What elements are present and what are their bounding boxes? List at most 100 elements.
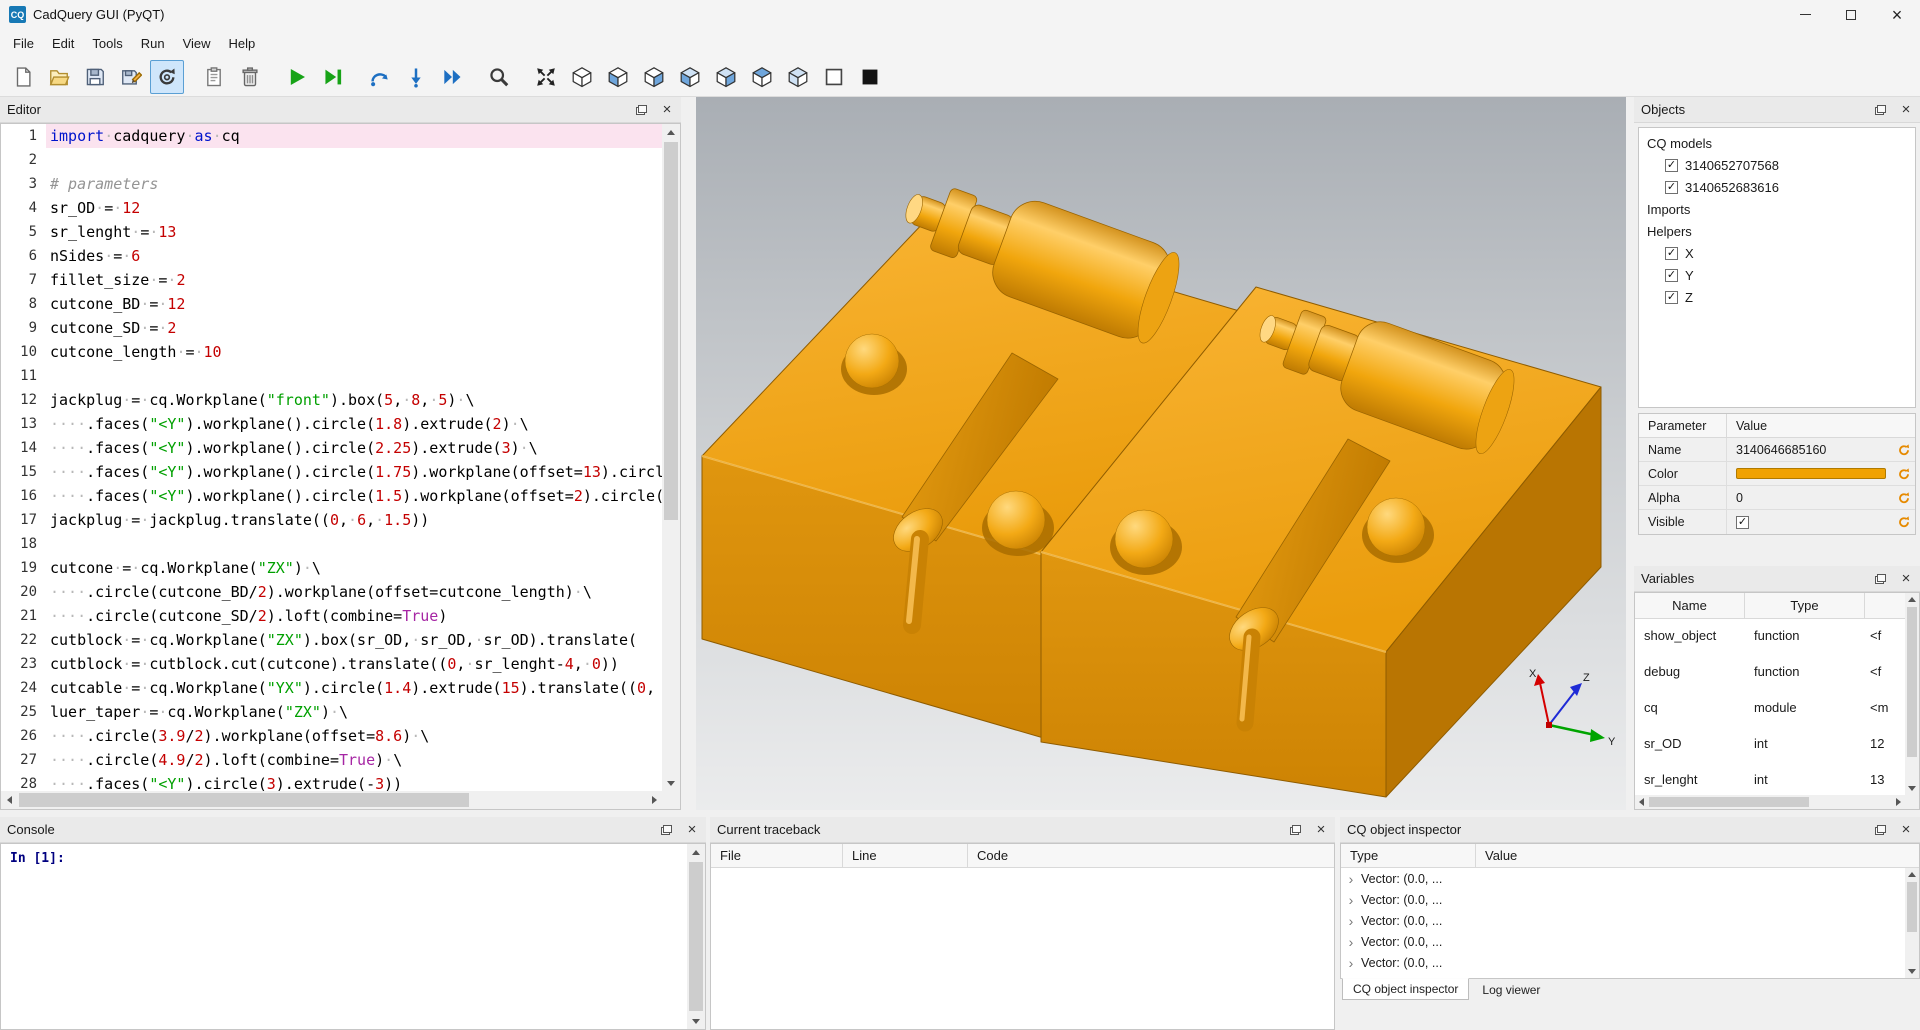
editor-close-button[interactable]: ×: [660, 103, 674, 117]
code-line[interactable]: ····.faces("<Y").workplane().circle(2.25…: [46, 436, 662, 460]
console-vscrollbar[interactable]: [687, 844, 705, 1029]
tree-item-y[interactable]: ✓Y: [1639, 264, 1915, 286]
editor-code[interactable]: import·cadquery·as·cq# parameterssr_OD·=…: [46, 124, 662, 791]
inspector-row[interactable]: ›Vector: (0.0, ...: [1341, 931, 1905, 952]
scroll-down-icon[interactable]: [1905, 965, 1919, 978]
bottom-view-button[interactable]: [781, 60, 815, 94]
code-line[interactable]: ····.circle(4.9/2).loft(combine=True)·\: [46, 748, 662, 772]
front-view-button[interactable]: [601, 60, 635, 94]
menu-item-run[interactable]: Run: [132, 32, 174, 55]
clear-console-button[interactable]: [197, 60, 231, 94]
code-line[interactable]: cutblock·=·cutblock.cut(cutcone).transla…: [46, 652, 662, 676]
color-swatch[interactable]: [1736, 468, 1886, 479]
editor-vscrollbar[interactable]: [662, 124, 680, 791]
step-into-button[interactable]: [399, 60, 433, 94]
code-line[interactable]: [46, 532, 662, 556]
variable-row-sr_OD[interactable]: sr_ODint12: [1635, 727, 1905, 763]
close-button[interactable]: ×: [1874, 0, 1920, 29]
objects-float-button[interactable]: [1873, 103, 1887, 117]
step-button[interactable]: [363, 60, 397, 94]
inspector-row[interactable]: ›Vector: (0.0, ...: [1341, 910, 1905, 931]
inspector-float-button[interactable]: [1873, 823, 1887, 837]
variable-row-cq[interactable]: cqmodule<m: [1635, 691, 1905, 727]
wireframe-button[interactable]: [817, 60, 851, 94]
tree-group-imports[interactable]: Imports: [1639, 198, 1915, 220]
new-script-button[interactable]: [6, 60, 40, 94]
code-line[interactable]: sr_lenght·=·13: [46, 220, 662, 244]
maximize-button[interactable]: [1828, 0, 1874, 29]
save-as-script-button[interactable]: [114, 60, 148, 94]
objects-close-button[interactable]: ×: [1899, 103, 1913, 117]
tree-item-3140652707568[interactable]: ✓3140652707568: [1639, 154, 1915, 176]
console-content[interactable]: [0, 843, 706, 1030]
delete-button[interactable]: [233, 60, 267, 94]
code-line[interactable]: cutcone_BD·=·12: [46, 292, 662, 316]
variables-close-button[interactable]: ×: [1899, 572, 1913, 586]
checkbox[interactable]: ✓: [1665, 269, 1678, 282]
code-line[interactable]: ····.faces("<Y").circle(3).extrude(-3)): [46, 772, 662, 791]
code-line[interactable]: cutcone·=·cq.Workplane("ZX")·\: [46, 556, 662, 580]
inspector-vscrollbar[interactable]: [1905, 868, 1919, 978]
code-line[interactable]: jackplug·=·jackplug.translate((0,·6,·1.5…: [46, 508, 662, 532]
left-view-button[interactable]: [673, 60, 707, 94]
editor-vscroll-thumb[interactable]: [664, 142, 678, 520]
reset-button[interactable]: [1893, 462, 1915, 485]
editor-hscrollbar[interactable]: [1, 791, 662, 809]
variables-vscrollbar[interactable]: [1905, 593, 1919, 795]
code-line[interactable]: nSides·=·6: [46, 244, 662, 268]
code-line[interactable]: cutcone_SD·=·2: [46, 316, 662, 340]
inspector-vscroll-thumb[interactable]: [1907, 882, 1917, 932]
code-line[interactable]: cutcone_length·=·10: [46, 340, 662, 364]
code-line[interactable]: # parameters: [46, 172, 662, 196]
tree-group-helpers[interactable]: Helpers: [1639, 220, 1915, 242]
back-view-button[interactable]: [637, 60, 671, 94]
checkbox[interactable]: ✓: [1665, 291, 1678, 304]
code-line[interactable]: luer_taper·=·cq.Workplane("ZX")·\: [46, 700, 662, 724]
variables-hscrollbar[interactable]: [1635, 795, 1905, 809]
menu-item-tools[interactable]: Tools: [83, 32, 131, 55]
traceback-float-button[interactable]: [1288, 823, 1302, 837]
editor-float-button[interactable]: [634, 103, 648, 117]
checkbox[interactable]: ✓: [1665, 247, 1678, 260]
scroll-down-icon[interactable]: [662, 775, 680, 791]
code-line[interactable]: cutblock·=·cq.Workplane("ZX").box(sr_OD,…: [46, 628, 662, 652]
scroll-down-icon[interactable]: [1905, 782, 1919, 795]
autoreload-toggle[interactable]: [150, 60, 184, 94]
inspector-row[interactable]: ›Vector: (0.0, ...: [1341, 868, 1905, 889]
editor-hscroll-thumb[interactable]: [19, 793, 469, 807]
tab-log-viewer[interactable]: Log viewer: [1471, 979, 1551, 1001]
code-line[interactable]: ····.circle(3.9/2).workplane(offset=8.6)…: [46, 724, 662, 748]
scroll-right-icon[interactable]: [1892, 795, 1905, 809]
variables-vscroll-thumb[interactable]: [1907, 607, 1917, 757]
open-script-button[interactable]: [42, 60, 76, 94]
reset-button[interactable]: [1893, 510, 1915, 534]
visible-checkbox[interactable]: ✓: [1736, 516, 1749, 529]
minimize-button[interactable]: [1782, 0, 1828, 29]
code-line[interactable]: import·cadquery·as·cq: [46, 124, 662, 148]
code-line[interactable]: ····.faces("<Y").workplane().circle(1.5)…: [46, 484, 662, 508]
traceback-header-code[interactable]: Code: [968, 844, 1334, 867]
checkbox[interactable]: ✓: [1665, 181, 1678, 194]
tree-item-x[interactable]: ✓X: [1639, 242, 1915, 264]
top-view-button[interactable]: [745, 60, 779, 94]
variables-header-extra[interactable]: [1865, 593, 1905, 618]
fit-view-button[interactable]: [529, 60, 563, 94]
scroll-up-icon[interactable]: [687, 844, 705, 860]
variable-row-show_object[interactable]: show_objectfunction<f: [1635, 619, 1905, 655]
iso-view-button[interactable]: [565, 60, 599, 94]
console-vscroll-thumb[interactable]: [689, 862, 703, 1011]
viewport-panel[interactable]: X Z Y: [696, 97, 1626, 810]
expand-icon[interactable]: ›: [1341, 934, 1361, 950]
code-line[interactable]: ····.faces("<Y").workplane().circle(1.75…: [46, 460, 662, 484]
code-line[interactable]: [46, 148, 662, 172]
scroll-right-icon[interactable]: [646, 791, 662, 809]
tree-item-z[interactable]: ✓Z: [1639, 286, 1915, 308]
scroll-down-icon[interactable]: [687, 1013, 705, 1029]
shaded-button[interactable]: [853, 60, 887, 94]
scroll-left-icon[interactable]: [1, 791, 17, 809]
menu-item-file[interactable]: File: [4, 32, 43, 55]
reset-button[interactable]: [1893, 438, 1915, 461]
traceback-header-file[interactable]: File: [711, 844, 843, 867]
code-line[interactable]: cutcable·=·cq.Workplane("YX").circle(1.4…: [46, 676, 662, 700]
variables-header-type[interactable]: Type: [1745, 593, 1865, 618]
